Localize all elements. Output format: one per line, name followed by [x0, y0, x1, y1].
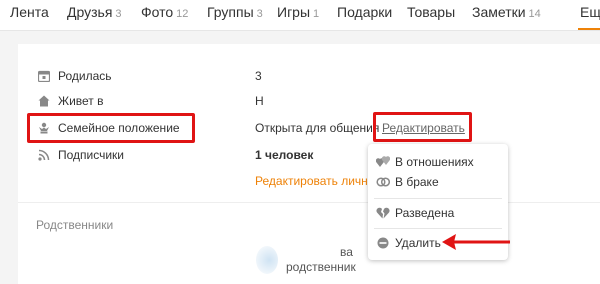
dropdown-item-divorced[interactable]: Разведена [368, 204, 508, 224]
top-nav: Лента Друзья 3 Фото 12 Группы 3 Игры 1 Подар… [0, 0, 600, 31]
edit-personal-link[interactable]: Редактировать личн [255, 174, 368, 188]
nav-item-photos[interactable]: Фото 12 [141, 4, 188, 20]
highlight-family-label [27, 113, 195, 143]
born-label: Родилась [58, 69, 112, 83]
dropdown-item-married[interactable]: В браке [368, 173, 508, 193]
family-status-value: Открыта для общения [255, 121, 380, 135]
rss-icon [38, 149, 50, 161]
born-row: Родилась 3 [18, 68, 600, 86]
subscribers-row: Подписчики 1 человек [18, 147, 600, 165]
nav-item-notes[interactable]: Заметки 14 [472, 4, 541, 20]
dropdown-item-relationship[interactable]: В отношениях [368, 153, 508, 173]
minus-circle-icon [377, 237, 389, 249]
dropdown-separator [374, 228, 502, 229]
dropdown-separator [374, 198, 502, 199]
relative-type: родственник [286, 260, 356, 274]
profile-info-card: Родилась 3 Живет в Н Семейное положение … [18, 44, 600, 284]
lives-row: Живет в Н [18, 93, 600, 111]
broken-heart-icon [376, 207, 390, 219]
nav-item-groups[interactable]: Группы 3 [207, 4, 263, 20]
nav-item-feed[interactable]: Лента [10, 4, 49, 20]
relatives-title: Родственники [36, 218, 114, 232]
section-divider [18, 202, 600, 203]
nav-item-more[interactable]: Ещ [580, 4, 600, 20]
lives-label: Живет в [58, 94, 104, 108]
house-icon [38, 95, 50, 107]
nav-item-games[interactable]: Игры 1 [277, 4, 319, 20]
nav-item-gifts[interactable]: Подарки [337, 4, 392, 20]
subscribers-value[interactable]: 1 человек [255, 148, 313, 162]
rings-icon [376, 177, 390, 187]
calendar-icon [38, 70, 50, 82]
highlight-edit-link [373, 112, 472, 142]
lives-value: Н [255, 94, 264, 108]
nav-active-indicator [578, 28, 600, 30]
red-arrow-annotation [442, 234, 510, 250]
born-value: 3 [255, 69, 262, 83]
hearts-icon [376, 156, 390, 167]
relative-name[interactable]: ва [340, 245, 353, 259]
relative-avatar[interactable] [256, 246, 278, 274]
nav-item-goods[interactable]: Товары [407, 4, 455, 20]
nav-item-friends[interactable]: Друзья 3 [67, 4, 122, 20]
subscribers-label: Подписчики [58, 148, 125, 162]
